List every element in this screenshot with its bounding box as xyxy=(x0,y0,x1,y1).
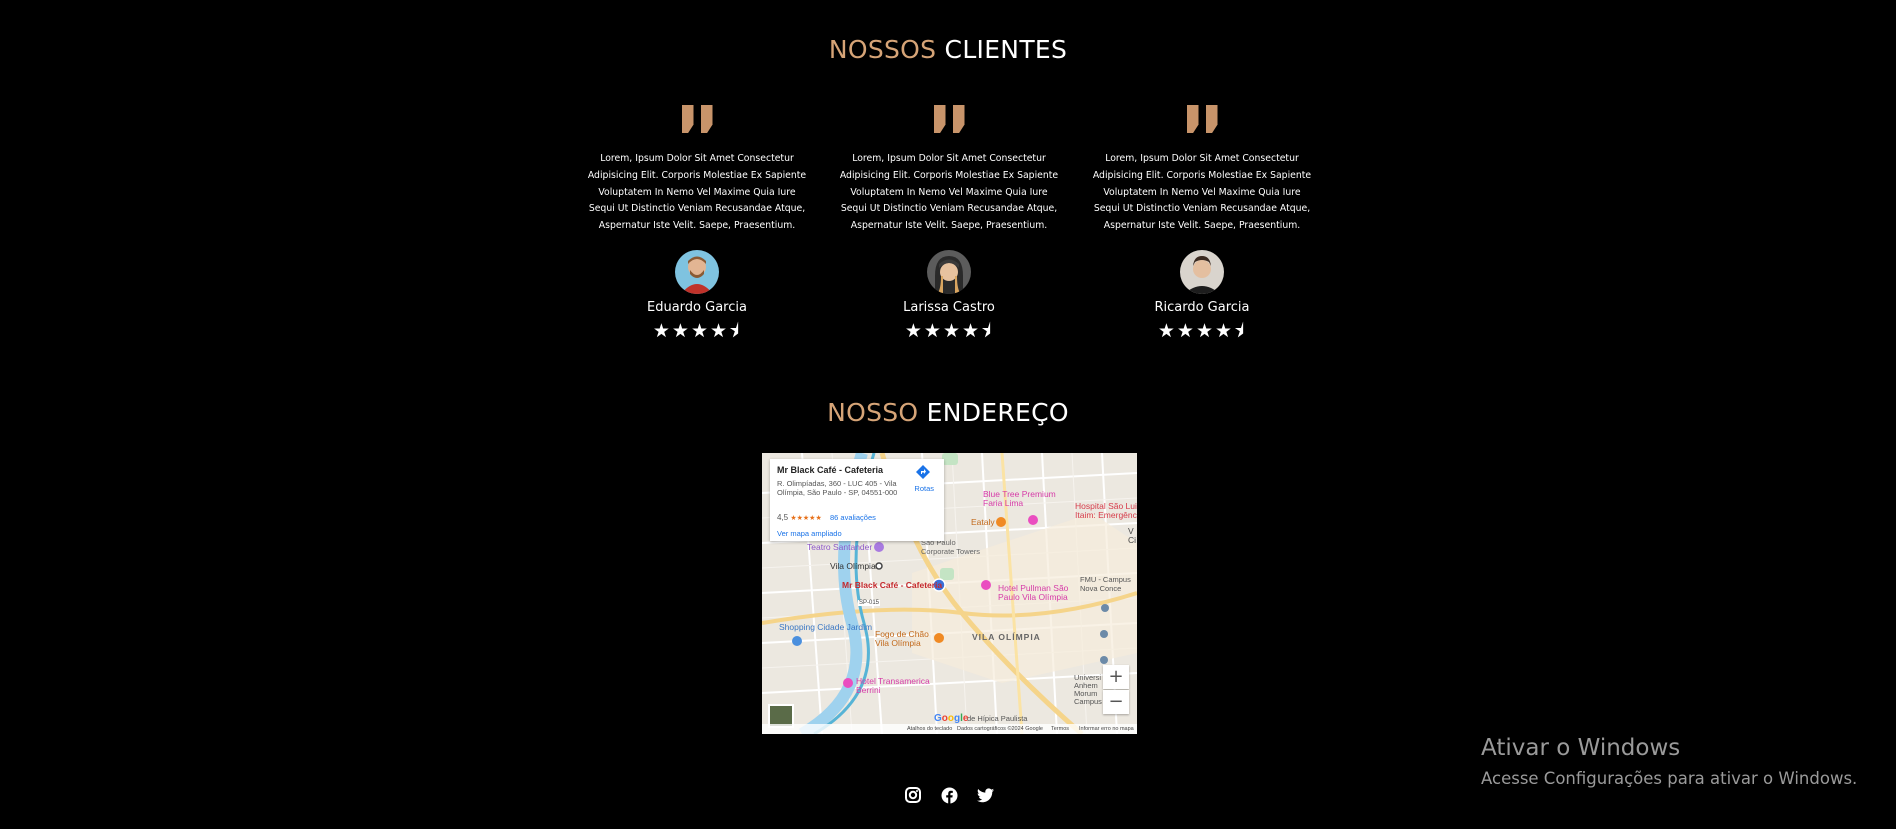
map-label-edge: V Ci xyxy=(1128,526,1137,545)
map-data-text: Dados cartográficos ©2024 Google xyxy=(957,726,1043,732)
report-error-link[interactable]: Informar erro no mapa xyxy=(1079,726,1134,732)
map-label-hospital[interactable]: Hospital São Lui Itaim: Emergência xyxy=(1075,502,1137,520)
map-label-universidade[interactable]: Universi Anhem Morum Campus xyxy=(1074,674,1102,706)
map-place-name: Mr Black Café - Cafeteria xyxy=(777,465,884,475)
testimonial-card: Lorem, Ipsum Dolor Sit Amet Consectetur … xyxy=(1092,105,1312,343)
map-rating-value: 4,5 xyxy=(777,513,789,522)
google-logo: Google xyxy=(934,713,969,724)
facebook-icon[interactable] xyxy=(940,786,958,804)
map-label-teatro[interactable]: Teatro Santander xyxy=(807,542,872,552)
address-title-rest: ENDEREÇO xyxy=(918,398,1069,427)
map-info-card: Mr Black Café - Cafeteria R. Olimpíadas,… xyxy=(770,459,944,541)
terms-link[interactable]: Termos xyxy=(1051,726,1069,732)
map-label-transamerica[interactable]: Hotel Transamerica Berrini xyxy=(856,677,930,695)
clients-title-rest: CLIENTES xyxy=(936,35,1068,64)
star-icon: ★★★★ xyxy=(652,320,730,342)
testimonial-text: Lorem, Ipsum Dolor Sit Amet Consectetur … xyxy=(839,153,1059,232)
testimonial-card: Lorem, Ipsum Dolor Sit Amet Consectetur … xyxy=(839,105,1059,343)
google-map-embed[interactable]: Blue Tree Premium Faria Lima Hospital Sã… xyxy=(762,453,1137,734)
quote-icon xyxy=(839,105,1059,137)
map-label-vila-olimpia-station[interactable]: Vila Olímpia xyxy=(830,561,876,571)
testimonial-name: Ricardo Garcia xyxy=(1154,299,1250,315)
map-place-address: R. Olimpíadas, 360 - LUC 405 - Vila Olím… xyxy=(777,479,898,497)
zoom-out-button[interactable]: − xyxy=(1103,690,1129,714)
zoom-in-button[interactable]: + xyxy=(1103,665,1129,689)
map-label-mr-black[interactable]: Mr Black Café - Cafeteria xyxy=(842,580,942,590)
testimonial-text: Lorem, Ipsum Dolor Sit Amet Consectetur … xyxy=(1092,153,1312,232)
testimonial-text: Lorem, Ipsum Dolor Sit Amet Consectetur … xyxy=(587,153,807,232)
star-icon: ★★★★ xyxy=(1157,320,1235,342)
address-section-title: NOSSO ENDEREÇO xyxy=(0,398,1896,427)
map-reviews-link[interactable]: 86 avaliações xyxy=(830,513,876,522)
avatar xyxy=(675,249,719,294)
map-footer: Atalhos do teclado Dados cartográficos ©… xyxy=(762,724,1137,734)
quote-icon xyxy=(587,105,807,137)
map-rating: 4,5 ★★★★★ xyxy=(777,513,822,522)
view-larger-map-link[interactable]: Ver mapa ampliado xyxy=(777,529,842,538)
twitter-icon[interactable] xyxy=(976,786,994,804)
windows-activation-subtitle: Acesse Configurações para ativar o Windo… xyxy=(1481,769,1858,788)
half-star-icon: ⯨ xyxy=(729,320,742,342)
quote-icon xyxy=(1092,105,1312,137)
rating-stars: ★★★★⯨ xyxy=(1092,321,1312,343)
map-label-fogo[interactable]: Fogo de Chão Vila Olímpia xyxy=(875,630,929,648)
rating-stars: ★★★★⯨ xyxy=(839,321,1059,343)
avatar xyxy=(927,249,971,294)
map-label-hipica[interactable]: de Hípica Paulista xyxy=(967,714,1027,723)
half-star-icon: ⯨ xyxy=(1234,320,1247,342)
map-label-fmu[interactable]: FMU - Campus Nova Conce xyxy=(1080,575,1131,593)
star-icon: ★★★★ xyxy=(904,320,982,342)
directions-link[interactable]: Rotas xyxy=(914,484,934,493)
instagram-icon[interactable] xyxy=(904,786,922,804)
testimonial-name: Larissa Castro xyxy=(903,299,995,315)
map-rating-stars-icon: ★★★★★ xyxy=(790,515,822,522)
map-label-blue-tree[interactable]: Blue Tree Premium Faria Lima xyxy=(983,490,1056,508)
keyboard-shortcuts-link[interactable]: Atalhos do teclado xyxy=(907,726,952,732)
map-label-pullman[interactable]: Hotel Pullman São Paulo Vila Olímpia xyxy=(998,584,1068,602)
map-label-vila-olimpia-area[interactable]: VILA OLÍMPIA xyxy=(972,632,1041,642)
windows-activation-title: Ativar o Windows xyxy=(1481,735,1681,761)
testimonial-card: Lorem, Ipsum Dolor Sit Amet Consectetur … xyxy=(587,105,807,343)
avatar xyxy=(1180,249,1224,294)
map-label-shopping[interactable]: Shopping Cidade Jardim xyxy=(779,622,872,632)
half-star-icon: ⯨ xyxy=(981,320,994,342)
clients-section-title: NOSSOS CLIENTES xyxy=(0,35,1896,64)
map-label-eataly[interactable]: Eataly xyxy=(971,517,995,527)
map-label-sp015: SP-015 xyxy=(858,600,881,606)
directions-icon[interactable] xyxy=(916,465,930,479)
clients-title-accent: NOSSOS xyxy=(828,35,937,64)
address-title-accent: NOSSO xyxy=(827,398,919,427)
rating-stars: ★★★★⯨ xyxy=(587,321,807,343)
testimonial-name: Eduardo Garcia xyxy=(647,299,747,315)
